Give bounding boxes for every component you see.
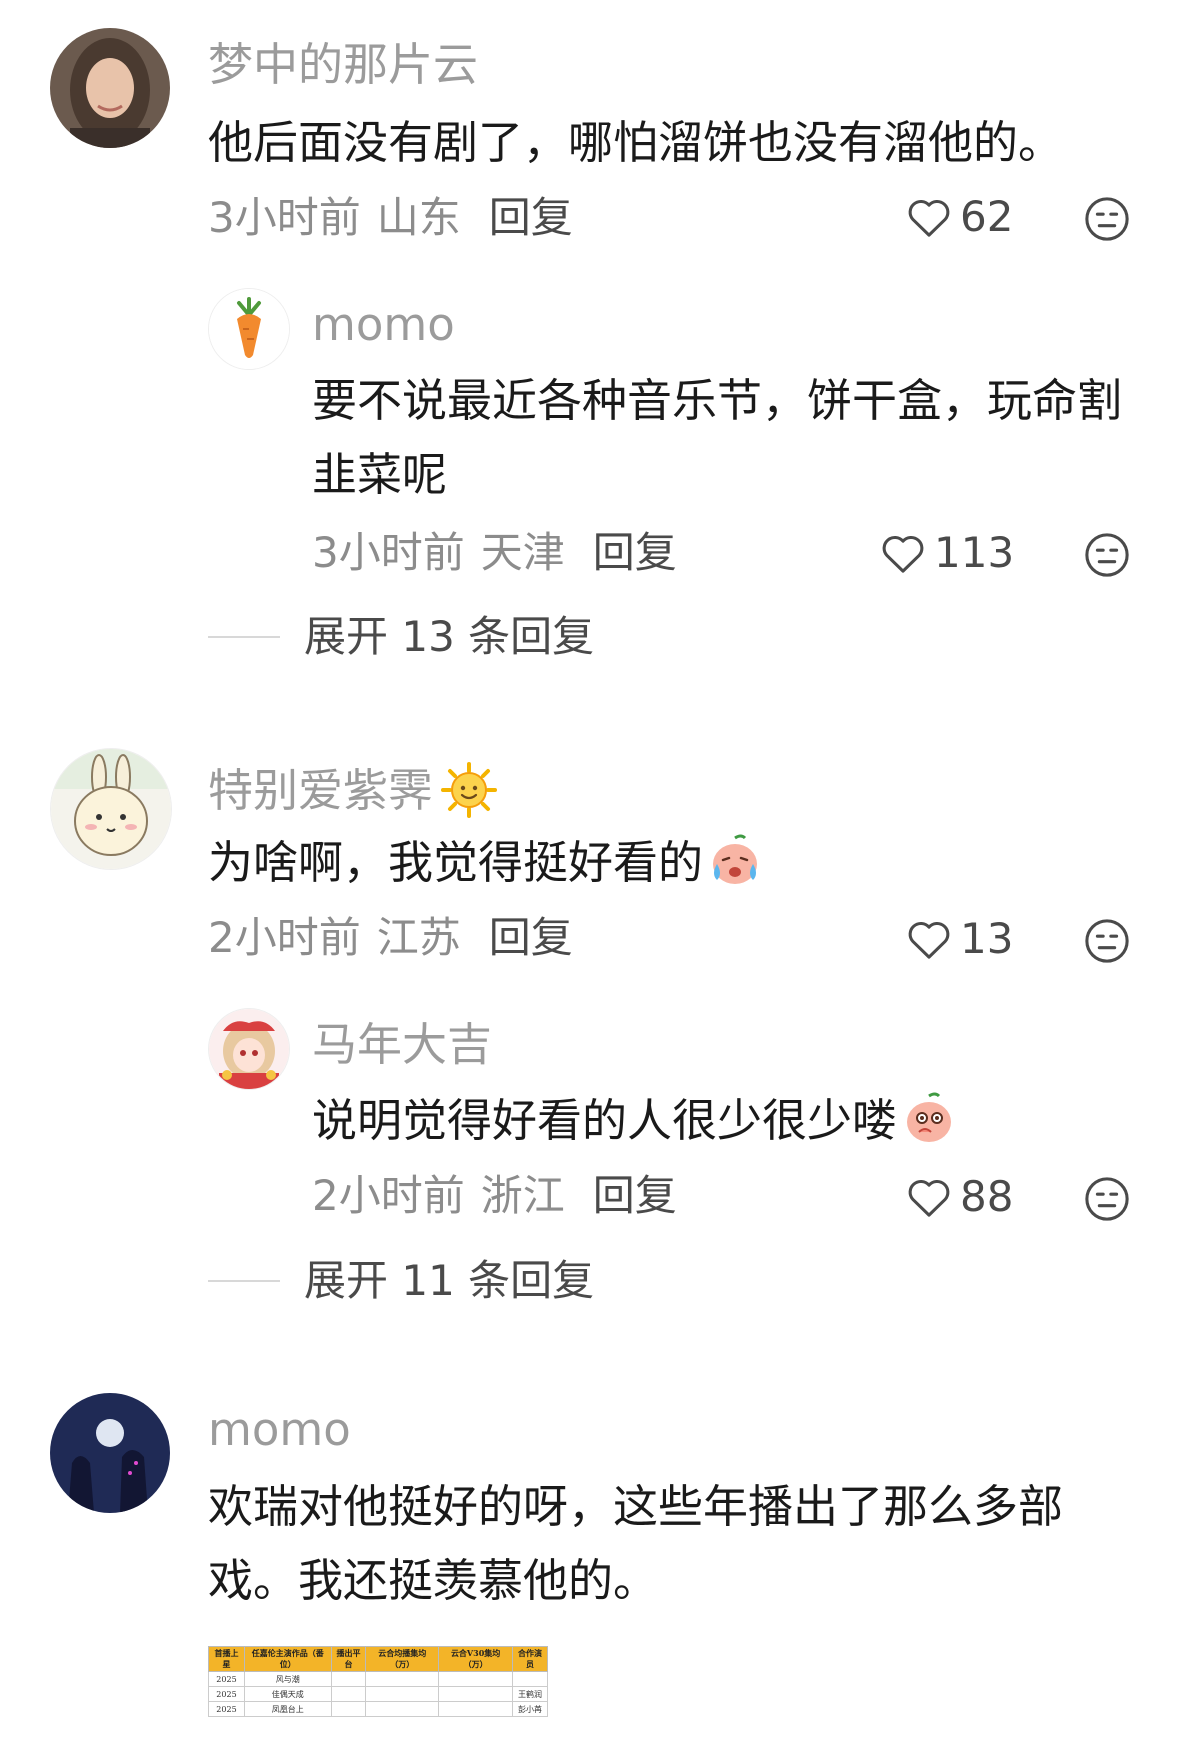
table-cell: 风与潮 — [243, 1671, 332, 1687]
table-header: 合作演员 — [512, 1646, 548, 1672]
table-cell: 2025 — [208, 1686, 245, 1702]
reply-username[interactable]: momo — [312, 302, 455, 347]
table-cell: 佳偶天成 — [243, 1686, 332, 1702]
reply-text: 说明觉得好看的人很少很少喽 — [312, 1084, 1132, 1158]
reply-username[interactable]: 马年大吉 — [312, 1022, 492, 1067]
table-cell — [330, 1671, 367, 1687]
dislike-icon[interactable] — [1084, 196, 1130, 242]
like-button[interactable]: 13 — [906, 918, 1013, 960]
crying-peach-emoji — [707, 832, 763, 888]
comment-username[interactable]: momo — [208, 1407, 351, 1452]
reply-button[interactable]: 回复 — [489, 913, 573, 962]
like-count: 62 — [960, 192, 1014, 241]
table-cell — [438, 1671, 514, 1687]
comment-location: 山东 — [376, 193, 461, 242]
table-cell: 王鹤润 — [512, 1686, 548, 1702]
table-cell — [365, 1686, 440, 1702]
reply-meta: 3小时前 天津 回复 — [312, 532, 677, 574]
table-header: 云合均播集均（万） — [365, 1646, 440, 1672]
comment-text: 为啥啊，我觉得挺好看的 — [208, 826, 1148, 900]
table-cell: 2025 — [208, 1701, 245, 1717]
table-row: 2025 佳偶天成 王鹤润 — [208, 1686, 548, 1702]
table-cell — [512, 1671, 548, 1687]
avatar[interactable] — [208, 288, 290, 370]
heart-icon — [882, 536, 924, 573]
expand-replies-button[interactable]: 展开 11 条回复 — [208, 1260, 594, 1302]
divider — [208, 636, 280, 638]
reply-meta: 2小时前 浙江 回复 — [312, 1175, 677, 1217]
expand-replies-button[interactable]: 展开 13 条回复 — [208, 616, 594, 658]
avatar[interactable] — [50, 28, 170, 148]
reply-button[interactable]: 回复 — [489, 193, 573, 242]
table-header: 首播上星 — [208, 1646, 245, 1672]
table-cell — [365, 1701, 440, 1717]
comment-username-text: 特别爱紫霁 — [208, 763, 434, 817]
table-row: 2025 风与潮 — [208, 1671, 548, 1687]
table-cell: 彭小苒 — [512, 1701, 548, 1717]
avatar[interactable] — [208, 1008, 290, 1090]
heart-icon — [908, 200, 950, 237]
comment-text: 他后面没有剧了，哪怕溜饼也没有溜他的。 — [208, 116, 1064, 169]
table-cell — [365, 1671, 440, 1687]
reply-time: 3小时前 — [312, 528, 465, 577]
shy-peach-emoji — [901, 1090, 957, 1146]
table-header: 云合V30集均（万） — [438, 1646, 514, 1672]
table-cell — [330, 1686, 367, 1702]
reply-button[interactable]: 回复 — [593, 1171, 677, 1220]
expand-replies-label: 展开 13 条回复 — [304, 612, 595, 661]
heart-icon — [908, 1180, 950, 1217]
attachment-image[interactable]: 首播上星 任嘉伦主演作品（番位） 播出平台 云合均播集均（万） 云合V30集均（… — [208, 1646, 548, 1717]
expand-replies-label: 展开 11 条回复 — [304, 1256, 595, 1305]
table-cell: 2025 — [208, 1671, 245, 1687]
avatar[interactable] — [50, 748, 172, 870]
comment-username[interactable]: 特别爱紫霁 — [208, 762, 498, 818]
divider — [208, 1280, 280, 1282]
reply-location: 浙江 — [480, 1171, 565, 1220]
like-count: 113 — [934, 528, 1015, 577]
like-button[interactable]: 88 — [906, 1176, 1013, 1218]
table-cell — [438, 1686, 514, 1702]
table-cell: 凤凰台上 — [243, 1701, 332, 1717]
dislike-icon[interactable] — [1084, 1176, 1130, 1222]
like-count: 13 — [960, 914, 1014, 963]
dislike-icon[interactable] — [1084, 918, 1130, 964]
reply-location: 天津 — [480, 528, 565, 577]
comment-time: 3小时前 — [208, 193, 361, 242]
comment-meta: 3小时前 山东 回复 — [208, 197, 573, 239]
comment-text: 欢瑞对他挺好的呀，这些年播出了那么多部戏。我还挺羡慕他的。 — [208, 1480, 1064, 1607]
table-cell — [438, 1701, 514, 1717]
reply-text-body: 说明觉得好看的人很少很少喽 — [312, 1094, 898, 1147]
comment-time: 2小时前 — [208, 913, 361, 962]
heart-icon — [908, 922, 950, 959]
like-button[interactable]: 113 — [880, 532, 1014, 574]
reply-button[interactable]: 回复 — [593, 528, 677, 577]
comment-meta: 2小时前 江苏 回复 — [208, 917, 573, 959]
like-button[interactable]: 62 — [906, 196, 1013, 238]
comment-location: 江苏 — [376, 913, 461, 962]
comment-username[interactable]: 梦中的那片云 — [208, 42, 478, 87]
avatar[interactable] — [50, 1393, 170, 1513]
table-header: 播出平台 — [330, 1646, 367, 1672]
sun-face-emoji — [441, 762, 498, 818]
reply-text: 要不说最近各种音乐节，饼干盒，玩命割韭菜呢 — [312, 374, 1123, 501]
comment-text-body: 为啥啊，我觉得挺好看的 — [208, 836, 704, 889]
dislike-icon[interactable] — [1084, 532, 1130, 578]
table-header: 任嘉伦主演作品（番位） — [243, 1646, 332, 1672]
like-count: 88 — [960, 1172, 1014, 1221]
table-row: 2025 凤凰台上 彭小苒 — [208, 1701, 548, 1717]
table-cell — [330, 1701, 367, 1717]
reply-time: 2小时前 — [312, 1171, 465, 1220]
